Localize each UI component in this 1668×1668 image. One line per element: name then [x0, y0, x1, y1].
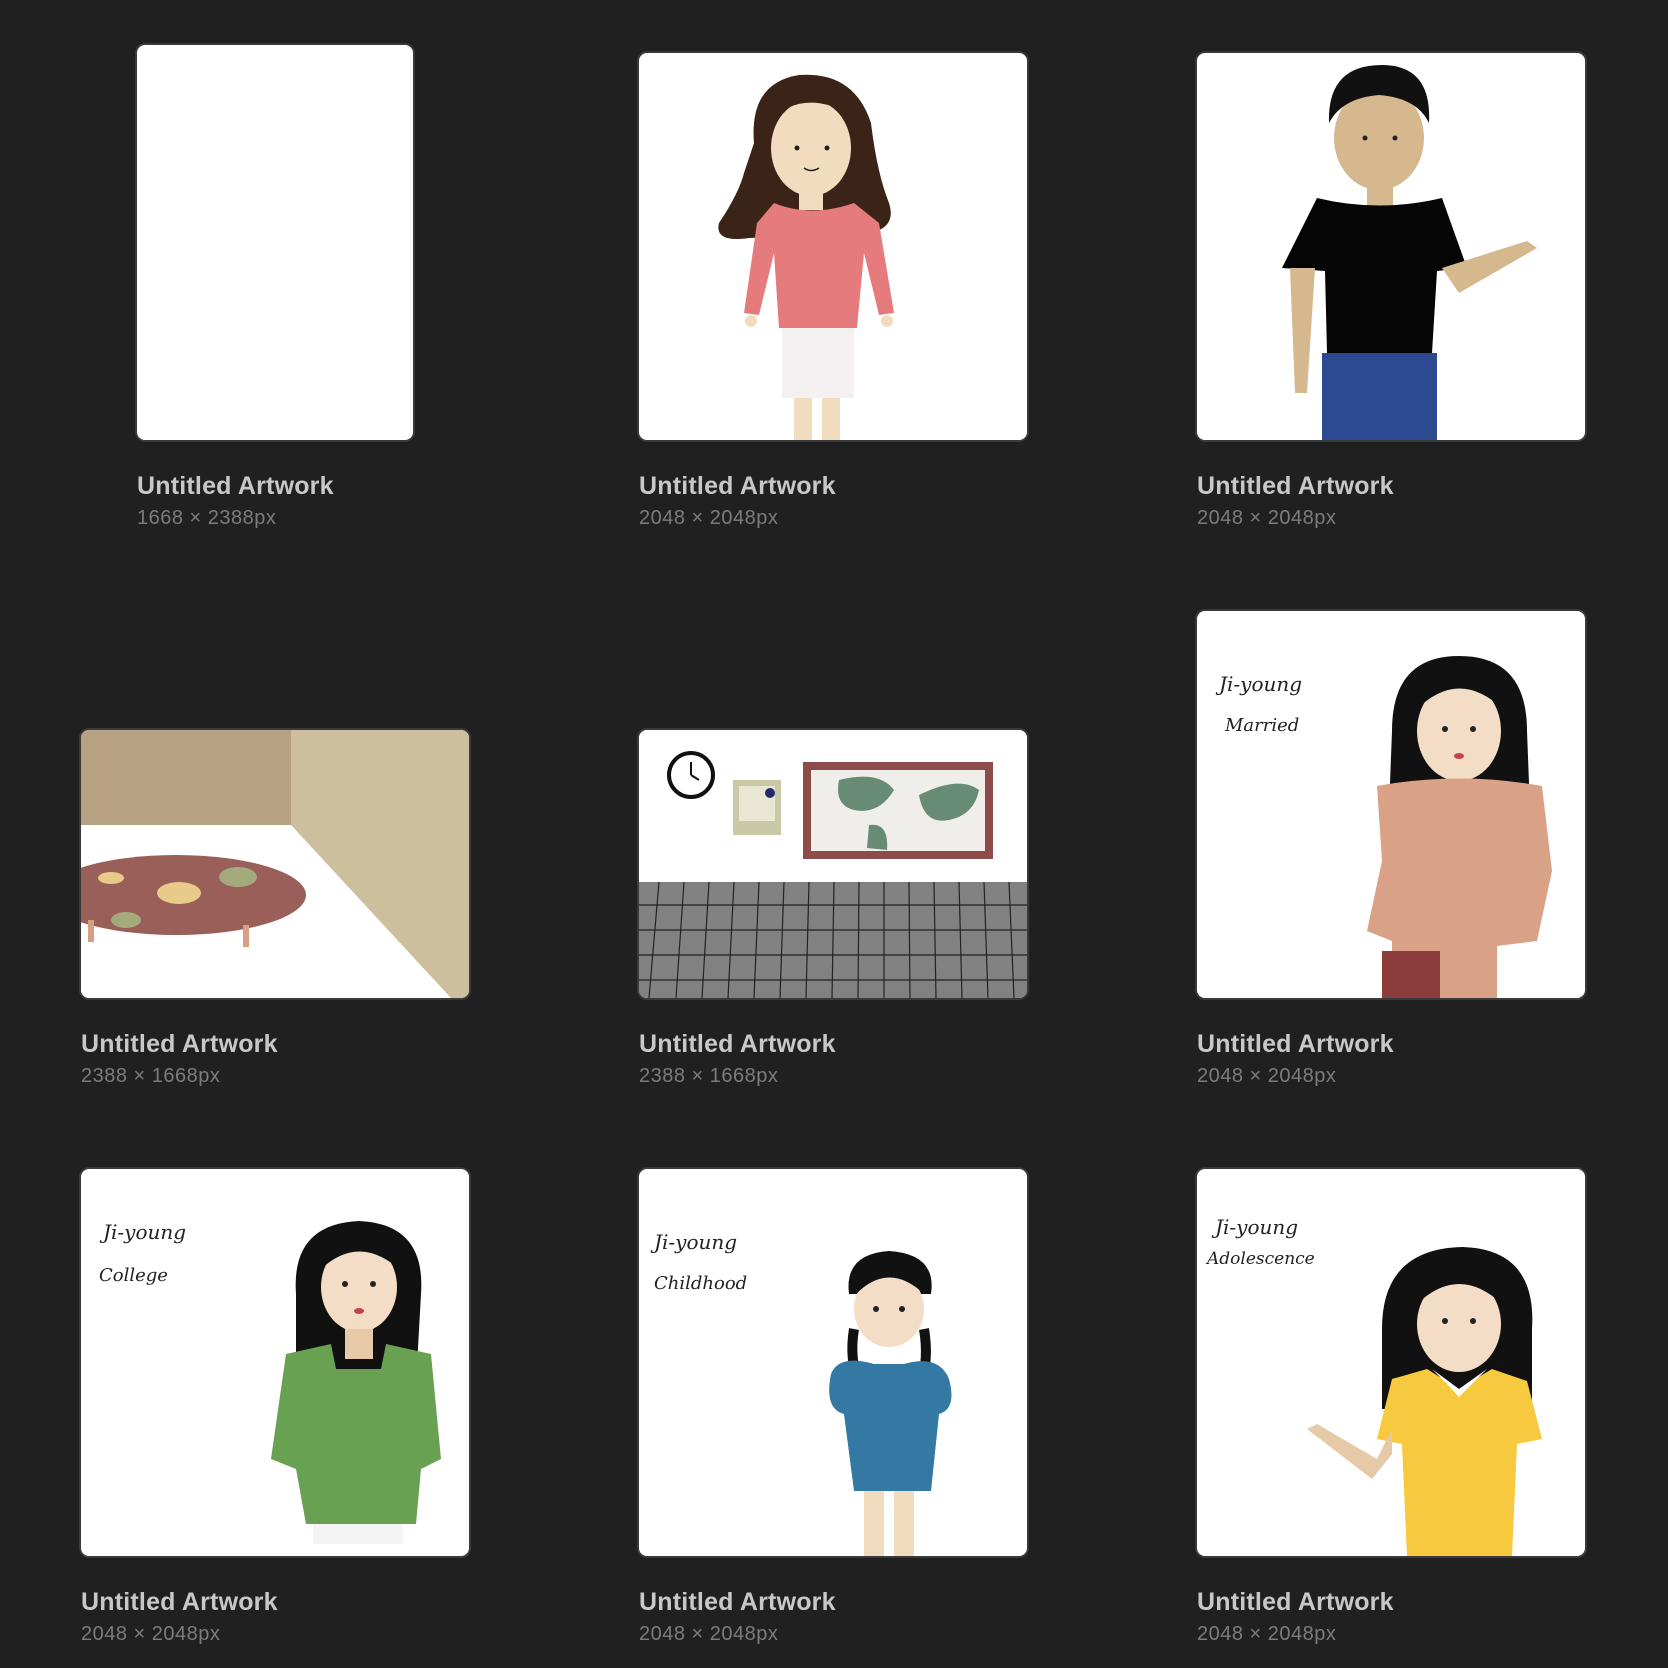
artwork-title[interactable]: Untitled Artwork: [1197, 1030, 1394, 1059]
artwork-thumbnail-blank[interactable]: [137, 45, 413, 440]
artwork-dimensions: 2048 × 2048px: [639, 507, 779, 529]
artwork-dimensions: 2048 × 2048px: [1197, 1623, 1337, 1645]
artwork-dimensions: 1668 × 2388px: [137, 507, 277, 529]
artwork-title[interactable]: Untitled Artwork: [81, 1030, 278, 1059]
handwriting-line: College: [99, 1265, 168, 1286]
artwork-dimensions: 2048 × 2048px: [639, 1623, 779, 1645]
artwork-thumbnail-classroom[interactable]: [639, 730, 1027, 998]
artwork-thumbnail-jiyoung-childhood[interactable]: Ji-young Childhood: [639, 1169, 1027, 1556]
artwork-thumbnail-man-black[interactable]: [1197, 53, 1585, 440]
handwriting-line: Adolescence: [1205, 1249, 1315, 1269]
handwriting-line: Childhood: [654, 1273, 747, 1294]
man-black-illustration: [1282, 65, 1537, 440]
room-table-illustration: [81, 730, 469, 998]
artwork-title[interactable]: Untitled Artwork: [1197, 1588, 1394, 1617]
artwork-dimensions: 2388 × 1668px: [639, 1065, 779, 1087]
artwork-title[interactable]: Untitled Artwork: [639, 1030, 836, 1059]
artwork-title[interactable]: Untitled Artwork: [137, 472, 334, 501]
artwork-dimensions: 2048 × 2048px: [81, 1623, 221, 1645]
artwork-title[interactable]: Untitled Artwork: [639, 472, 836, 501]
jiyoung-college-illustration: Ji-young College: [99, 1220, 441, 1544]
artwork-thumbnail-jiyoung-married[interactable]: Ji-young Married: [1197, 611, 1585, 998]
jiyoung-married-illustration: Ji-young Married: [1215, 656, 1552, 998]
artwork-dimensions: 2388 × 1668px: [81, 1065, 221, 1087]
jiyoung-childhood-illustration: Ji-young Childhood: [650, 1230, 952, 1556]
handwriting-line: Ji-young: [99, 1220, 186, 1244]
artwork-thumbnail-jiyoung-college[interactable]: Ji-young College: [81, 1169, 469, 1556]
artwork-thumbnail-woman-pink[interactable]: [639, 53, 1027, 440]
artwork-thumbnail-jiyoung-adolescence[interactable]: Ji-young Adolescence: [1197, 1169, 1585, 1556]
artwork-dimensions: 2048 × 2048px: [1197, 1065, 1337, 1087]
jiyoung-adolescence-illustration: Ji-young Adolescence: [1205, 1215, 1542, 1556]
artwork-dimensions: 2048 × 2048px: [1197, 507, 1337, 529]
artwork-title[interactable]: Untitled Artwork: [639, 1588, 836, 1617]
handwriting-line: Ji-young: [1215, 672, 1302, 696]
handwriting-line: Ji-young: [650, 1230, 737, 1254]
artwork-title[interactable]: Untitled Artwork: [81, 1588, 278, 1617]
handwriting-line: Married: [1224, 715, 1299, 736]
classroom-illustration: [639, 730, 1027, 998]
handwriting-line: Ji-young: [1211, 1215, 1298, 1239]
artwork-title[interactable]: Untitled Artwork: [1197, 472, 1394, 501]
woman-pink-illustration: [718, 74, 894, 440]
artwork-thumbnail-room-table[interactable]: [81, 730, 469, 998]
